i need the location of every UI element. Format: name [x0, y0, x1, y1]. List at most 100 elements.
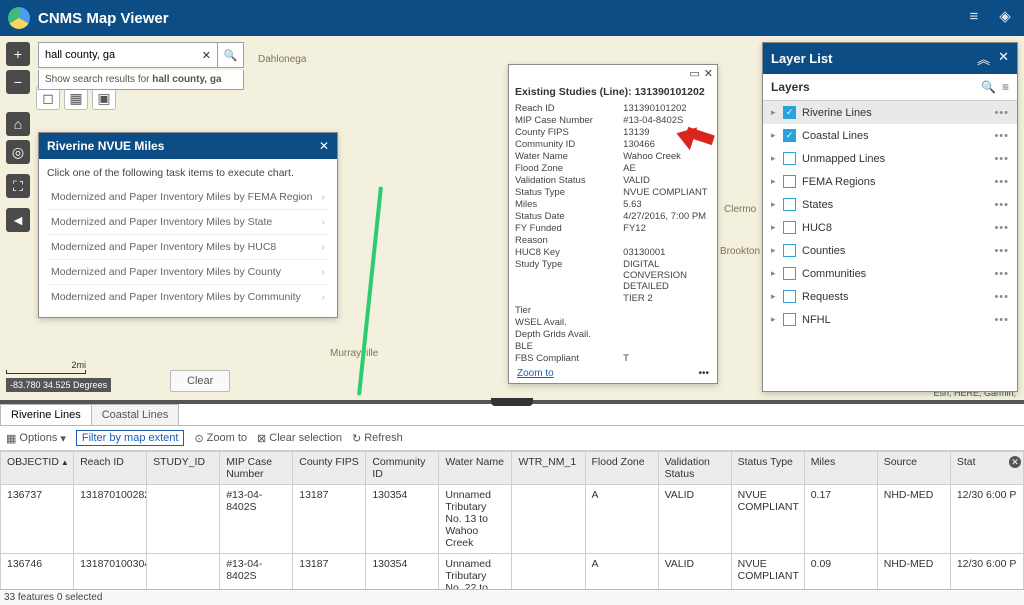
fullscreen-button[interactable]: ⛶: [6, 174, 30, 198]
close-columns-icon[interactable]: ✕: [1009, 456, 1021, 468]
tab-riverine[interactable]: Riverine Lines: [0, 404, 92, 425]
nvue-item[interactable]: Modernized and Paper Inventory Miles by …: [47, 209, 329, 234]
checkbox-icon[interactable]: [783, 267, 796, 280]
column-header[interactable]: Flood Zone: [585, 452, 658, 485]
list-icon[interactable]: ≡: [963, 8, 985, 30]
checkbox-icon[interactable]: ✓: [783, 129, 796, 142]
table-row[interactable]: 136746131870100304#13-04-8402S1318713035…: [1, 554, 1024, 590]
nvue-item[interactable]: Modernized and Paper Inventory Miles by …: [47, 284, 329, 309]
clear-selection-button[interactable]: ⊠ Clear selection: [257, 432, 342, 445]
refresh-button[interactable]: ↻ Refresh: [352, 432, 403, 445]
table-row[interactable]: 136737131870100282#13-04-8402S1318713035…: [1, 485, 1024, 554]
more-icon[interactable]: •••: [994, 245, 1009, 257]
popup-more-icon[interactable]: •••: [698, 368, 709, 379]
dock-icon[interactable]: ▭: [689, 67, 699, 80]
zoom-in-button[interactable]: +: [6, 42, 30, 66]
splitter[interactable]: [0, 400, 1024, 404]
grip-icon[interactable]: [491, 398, 533, 406]
annotation-arrow: [676, 122, 720, 150]
search: ✕ 🔍: [38, 42, 244, 68]
checkbox-icon[interactable]: [783, 244, 796, 257]
search-box[interactable]: ✕: [38, 42, 218, 68]
app-title: CNMS Map Viewer: [38, 10, 169, 27]
filter-extent-button[interactable]: Filter by map extent: [76, 430, 185, 446]
search-icon[interactable]: 🔍: [981, 80, 996, 94]
coords-readout: -83.780 34.525 Degrees: [6, 378, 111, 392]
clear-icon[interactable]: ✕: [202, 49, 211, 62]
collapse-icon[interactable]: ︽: [977, 49, 990, 68]
layer-row[interactable]: ▸NFHL•••: [763, 308, 1017, 331]
more-icon[interactable]: •••: [994, 314, 1009, 326]
more-icon[interactable]: •••: [994, 130, 1009, 142]
zoom-out-button[interactable]: −: [6, 70, 30, 94]
layer-list-header[interactable]: Layer List ︽ ✕: [763, 43, 1017, 74]
layer-row[interactable]: ▸Communities•••: [763, 262, 1017, 285]
more-icon[interactable]: •••: [994, 222, 1009, 234]
checkbox-icon[interactable]: [783, 198, 796, 211]
search-button[interactable]: 🔍: [218, 42, 244, 68]
column-header[interactable]: Source: [877, 452, 950, 485]
layer-row[interactable]: ▸Requests•••: [763, 285, 1017, 308]
nvue-title: Riverine NVUE Miles: [47, 139, 164, 153]
more-icon[interactable]: •••: [994, 268, 1009, 280]
layer-row[interactable]: ▸HUC8•••: [763, 216, 1017, 239]
checkbox-icon[interactable]: ✓: [783, 106, 796, 119]
column-header[interactable]: Reach ID: [74, 452, 147, 485]
column-header[interactable]: Validation Status: [658, 452, 731, 485]
locate-button[interactable]: ◎: [6, 140, 30, 164]
nvue-item[interactable]: Modernized and Paper Inventory Miles by …: [47, 259, 329, 284]
nvue-item[interactable]: Modernized and Paper Inventory Miles by …: [47, 234, 329, 259]
more-icon[interactable]: •••: [994, 107, 1009, 119]
column-header[interactable]: Stat✕: [950, 452, 1023, 485]
layer-row[interactable]: ▸States•••: [763, 193, 1017, 216]
home-button[interactable]: ⌂: [6, 112, 30, 136]
nvue-item[interactable]: Modernized and Paper Inventory Miles by …: [47, 185, 329, 209]
clear-button[interactable]: Clear: [170, 370, 230, 392]
zoom-to-link[interactable]: Zoom to: [517, 368, 554, 379]
checkbox-icon[interactable]: [783, 221, 796, 234]
column-header[interactable]: Miles: [804, 452, 877, 485]
checkbox-icon[interactable]: [783, 290, 796, 303]
checkbox-icon[interactable]: [783, 313, 796, 326]
feature-popup: ▭ ✕ Existing Studies (Line): 13139010120…: [508, 64, 718, 384]
tab-coastal[interactable]: Coastal Lines: [91, 404, 180, 425]
column-header[interactable]: MIP Case Number: [220, 452, 293, 485]
search-suggestion[interactable]: Show search results for hall county, ga: [38, 70, 244, 90]
column-header[interactable]: WTR_NM_1: [512, 452, 585, 485]
column-header[interactable]: Community ID: [366, 452, 439, 485]
layer-row[interactable]: ▸✓Riverine Lines•••: [763, 101, 1017, 124]
column-header[interactable]: STUDY_ID: [147, 452, 220, 485]
more-icon[interactable]: •••: [994, 199, 1009, 211]
nvue-header[interactable]: Riverine NVUE Miles ✕: [39, 133, 337, 159]
table-tabs: Riverine Lines Coastal Lines: [0, 404, 1024, 426]
close-icon[interactable]: ✕: [319, 139, 329, 153]
search-input[interactable]: [45, 49, 202, 61]
layer-row[interactable]: ▸FEMA Regions•••: [763, 170, 1017, 193]
column-header[interactable]: Water Name: [439, 452, 512, 485]
header-tools: ≡ ◈: [957, 7, 1016, 30]
layers-icon[interactable]: ◈: [994, 7, 1016, 29]
map-area[interactable]: Dahlonega Murrayville Clermo Brookton Es…: [0, 36, 1024, 400]
column-header[interactable]: Status Type: [731, 452, 804, 485]
menu-icon[interactable]: ≡: [1002, 80, 1009, 94]
layer-row[interactable]: ▸Unmapped Lines•••: [763, 147, 1017, 170]
column-header[interactable]: County FIPS: [293, 452, 366, 485]
more-icon[interactable]: •••: [994, 291, 1009, 303]
checkbox-icon[interactable]: [783, 152, 796, 165]
layer-row[interactable]: ▸Counties•••: [763, 239, 1017, 262]
back-button[interactable]: ◄: [6, 208, 30, 232]
search-icon: 🔍: [224, 49, 238, 62]
close-icon[interactable]: ✕: [704, 67, 713, 80]
layer-row[interactable]: ▸✓Coastal Lines•••: [763, 124, 1017, 147]
more-icon[interactable]: •••: [994, 153, 1009, 165]
options-button[interactable]: ▦ Options ▾: [6, 432, 66, 445]
attribute-table[interactable]: OBJECTID▲Reach IDSTUDY_IDMIP Case Number…: [0, 451, 1024, 589]
checkbox-icon[interactable]: [783, 175, 796, 188]
close-icon[interactable]: ✕: [998, 49, 1009, 68]
more-icon[interactable]: •••: [994, 176, 1009, 188]
column-header[interactable]: OBJECTID▲: [1, 452, 74, 485]
nvue-panel: Riverine NVUE Miles ✕ Click one of the f…: [38, 132, 338, 318]
layer-list-title: Layer List: [771, 51, 832, 66]
zoom-to-button[interactable]: ⊙ Zoom to: [194, 432, 247, 445]
scale-label: 2mi: [6, 360, 86, 370]
